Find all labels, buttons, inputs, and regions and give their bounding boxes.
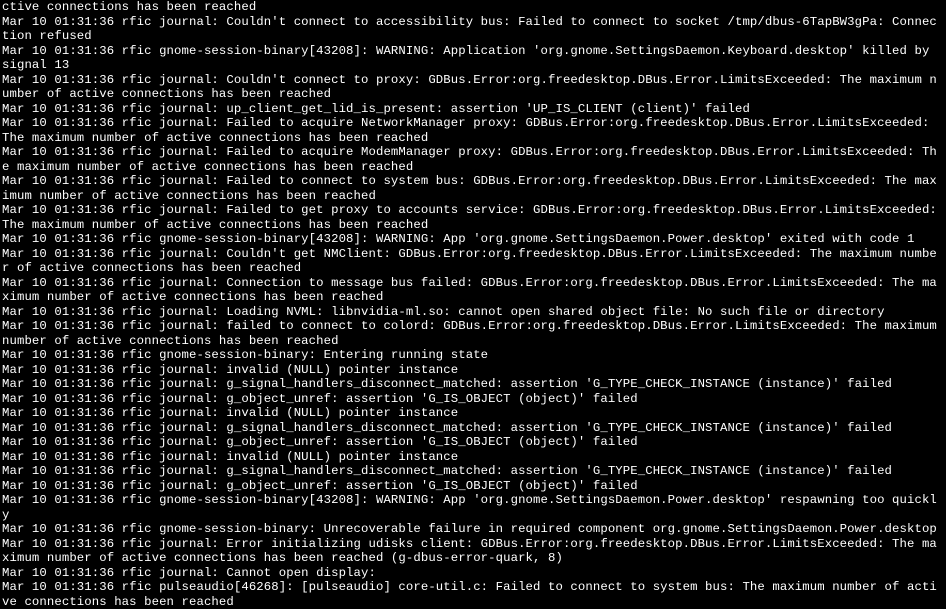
log-line: Mar 10 01:31:36 rfic journal: g_signal_h… [2, 377, 944, 392]
log-line: Mar 10 01:31:36 rfic journal: Failed to … [2, 145, 944, 174]
log-line: Mar 10 01:31:36 rfic gnome-session-binar… [2, 44, 944, 73]
log-line: Mar 10 01:31:36 rfic gnome-session-binar… [2, 348, 944, 363]
log-line: Mar 10 01:31:36 rfic journal: invalid (N… [2, 406, 944, 421]
log-line: Mar 10 01:31:36 rfic journal: Failed to … [2, 174, 944, 203]
log-line: Mar 10 01:31:36 rfic journal: failed to … [2, 319, 944, 348]
log-line: Mar 10 01:31:36 rfic journal: up_client_… [2, 102, 944, 117]
log-line: Mar 10 01:31:36 rfic journal: g_signal_h… [2, 464, 944, 479]
log-line: Mar 10 01:31:36 rfic gnome-session-binar… [2, 493, 944, 522]
log-line: Mar 10 01:31:36 rfic journal: Failed to … [2, 116, 944, 145]
log-line: Mar 10 01:31:36 rfic pulseaudio[46268]: … [2, 580, 944, 609]
log-line: Mar 10 01:31:36 rfic journal: Loading NV… [2, 305, 944, 320]
log-line: Mar 10 01:31:36 rfic journal: g_signal_h… [2, 421, 944, 436]
log-line: Mar 10 01:31:36 rfic journal: Couldn't c… [2, 15, 944, 44]
log-line: Mar 10 01:31:36 rfic journal: Failed to … [2, 203, 944, 232]
log-line: ctive connections has been reached [2, 0, 944, 15]
log-line: Mar 10 01:31:36 rfic journal: g_object_u… [2, 392, 944, 407]
log-line: Mar 10 01:31:36 rfic journal: g_object_u… [2, 435, 944, 450]
log-line: Mar 10 01:31:36 rfic gnome-session-binar… [2, 232, 944, 247]
log-line: Mar 10 01:31:36 rfic journal: Couldn't c… [2, 73, 944, 102]
log-line: Mar 10 01:31:36 rfic journal: Connection… [2, 276, 944, 305]
log-line: Mar 10 01:31:36 rfic journal: invalid (N… [2, 363, 944, 378]
terminal-output: ctive connections has been reached Mar 1… [0, 0, 946, 609]
log-line: Mar 10 01:31:36 rfic journal: g_object_u… [2, 479, 944, 494]
log-line: Mar 10 01:31:36 rfic journal: Error init… [2, 537, 944, 566]
log-line: Mar 10 01:31:36 rfic journal: invalid (N… [2, 450, 944, 465]
log-line: Mar 10 01:31:36 rfic gnome-session-binar… [2, 522, 944, 537]
log-line: Mar 10 01:31:36 rfic journal: Cannot ope… [2, 566, 944, 581]
log-line: Mar 10 01:31:36 rfic journal: Couldn't g… [2, 247, 944, 276]
